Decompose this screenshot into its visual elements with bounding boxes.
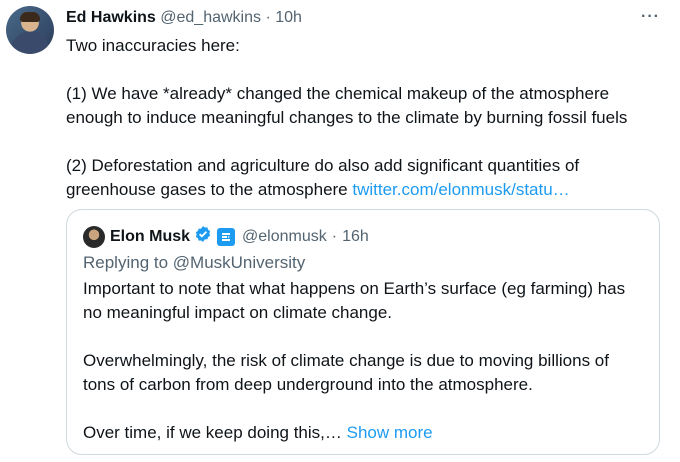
quoted-paragraph: Overwhelmingly, the risk of climate chan…: [83, 351, 609, 394]
tweet-header: Ed Hawkins @ed_hawkins · 10h: [66, 8, 302, 28]
quoted-avatar[interactable]: [83, 226, 105, 248]
quoted-paragraph-text: Over time, if we keep doing this,…: [83, 423, 342, 442]
quoted-paragraph: Over time, if we keep doing this,… Show …: [83, 421, 643, 445]
quoted-author-handle[interactable]: @elonmusk: [242, 227, 327, 247]
author-handle[interactable]: @ed_hawkins: [160, 9, 261, 26]
more-options-icon[interactable]: ···: [641, 8, 660, 26]
tweet-link[interactable]: twitter.com/elonmusk/statu…: [352, 180, 569, 199]
tweet-time[interactable]: 10h: [275, 9, 302, 26]
separator-dot: ·: [265, 9, 271, 26]
separator-dot: ·: [331, 228, 338, 245]
quoted-header: Elon Musk @elonmusk · 16h: [83, 225, 369, 249]
tweet-text: Two inaccuracies here: (1) We have *alre…: [66, 34, 666, 202]
tweet-paragraph: (1) We have *already* changed the chemic…: [66, 84, 628, 127]
quoted-time[interactable]: 16h: [342, 227, 369, 247]
quoted-paragraph: Important to note that what happens on E…: [83, 279, 626, 322]
quoted-text: Important to note that what happens on E…: [83, 277, 643, 445]
tweet-paragraph: (2) Deforestation and agriculture do als…: [66, 154, 666, 202]
show-more-link[interactable]: Show more: [347, 423, 433, 442]
replying-to: Replying to @MuskUniversity: [83, 253, 306, 272]
tweet[interactable]: Ed Hawkins @ed_hawkins · 10h ··· Two ina…: [0, 0, 680, 462]
avatar[interactable]: [6, 6, 54, 54]
author-name[interactable]: Ed Hawkins: [66, 9, 156, 26]
verified-badge-icon: [194, 225, 212, 249]
quoted-tweet[interactable]: Elon Musk @elonmusk · 16h Replying to @M…: [66, 209, 660, 455]
quoted-author-name[interactable]: Elon Musk: [110, 227, 190, 247]
government-badge-icon: [217, 228, 236, 246]
tweet-paragraph: Two inaccuracies here:: [66, 36, 240, 55]
